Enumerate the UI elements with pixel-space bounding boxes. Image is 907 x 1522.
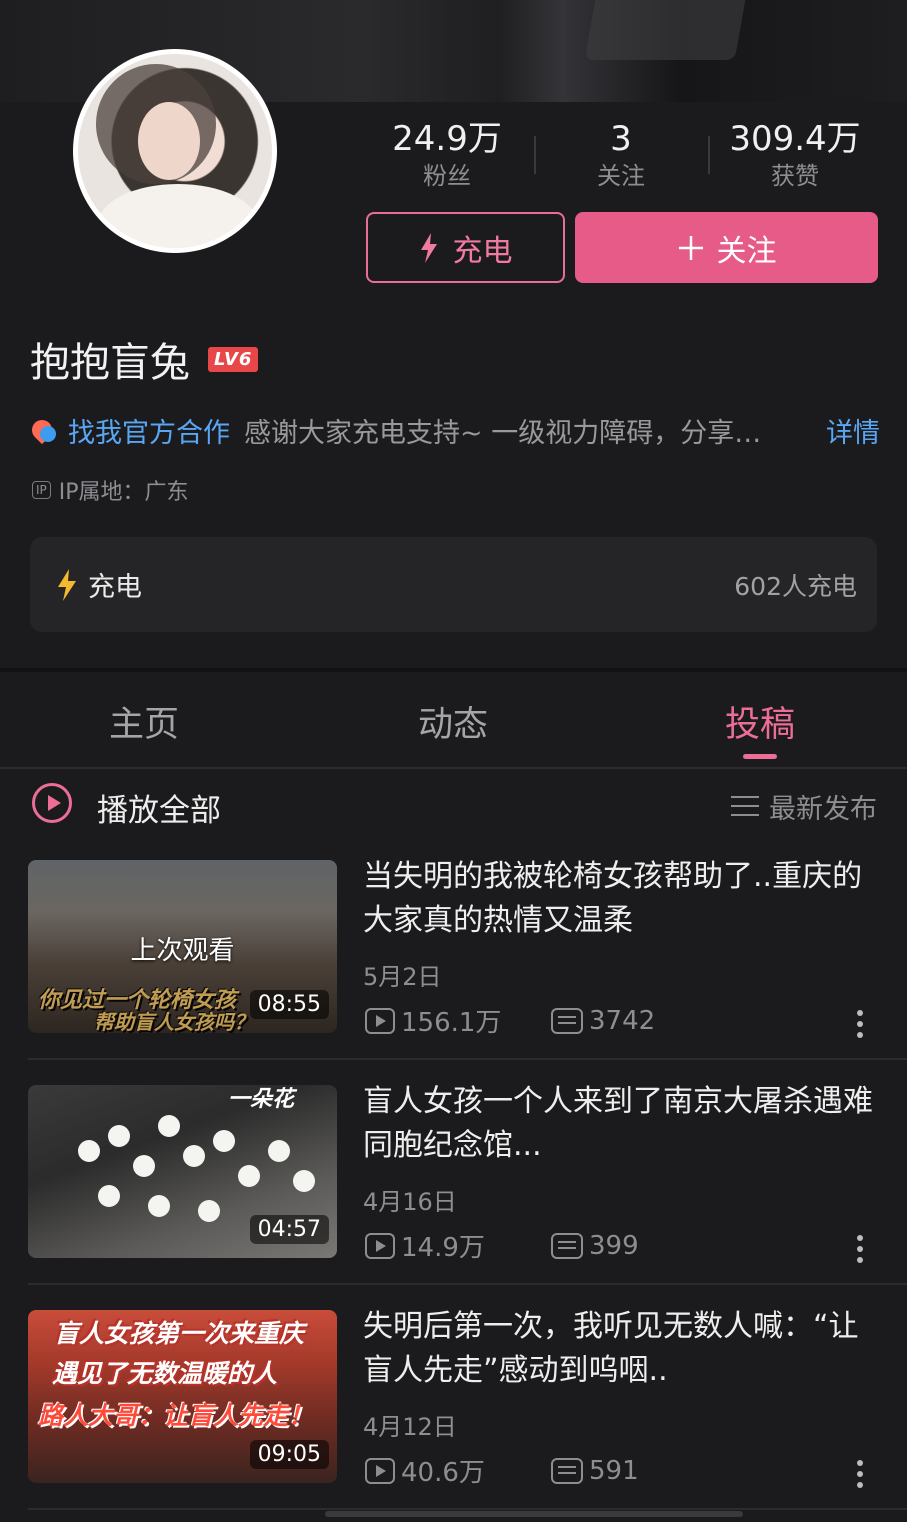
video-thumbnail[interactable]: 上次观看 你见过一个轮椅女孩 帮助盲人女孩吗？ 08:55 xyxy=(28,860,337,1033)
video-meta: 14.9万 399 xyxy=(365,1227,639,1264)
cooperation-icon xyxy=(30,416,58,444)
tabs-divider xyxy=(0,767,907,769)
bio-text: 感谢大家充电支持~ 一级视力障碍，分享… xyxy=(244,417,762,449)
stat-fans[interactable]: 24.9万 粉丝 xyxy=(360,118,534,192)
plus-icon xyxy=(678,235,703,260)
sort-label: 最新发布 xyxy=(769,794,877,825)
follow-button[interactable]: 关注 xyxy=(575,212,878,283)
stat-value: 3 xyxy=(610,119,632,159)
video-duration: 08:55 xyxy=(249,990,329,1019)
sort-menu-icon xyxy=(731,795,759,818)
thumbnail-caption: 路人大哥：让盲人先走！ xyxy=(38,1401,314,1430)
avatar-image xyxy=(78,54,272,248)
profile-stats: 24.9万 粉丝 3 关注 309.4万 获赞 xyxy=(360,118,880,198)
charge-card-label: 充电 xyxy=(88,572,142,603)
danmaku-icon xyxy=(551,1232,583,1259)
danmaku-count: 399 xyxy=(589,1230,639,1261)
views-icon xyxy=(365,1007,395,1034)
video-date: 4月12日 xyxy=(363,1413,457,1441)
username: 抱抱盲兔 xyxy=(30,340,190,386)
video-meta: 156.1万 3742 xyxy=(365,1002,655,1039)
danmaku-count: 3742 xyxy=(589,1005,656,1036)
cooperation-link[interactable]: 找我官方合作 xyxy=(68,411,230,450)
video-title[interactable]: 失明后第一次，我听见无数人喊：“让盲人先走”感动到呜咽.. xyxy=(363,1305,883,1393)
last-watched-label: 上次观看 xyxy=(130,936,235,966)
video-item[interactable]: 上次观看 你见过一个轮椅女孩 帮助盲人女孩吗？ 08:55 当失明的我被轮椅女孩… xyxy=(28,859,907,1070)
detail-link[interactable]: 详情 xyxy=(826,411,880,450)
tab-uploads[interactable]: 投稿 xyxy=(660,696,860,747)
video-item[interactable]: 一朵花 04:57 盲人女孩一个人来到了南京大屠杀遇难同胞纪念馆... 4月16… xyxy=(28,1084,907,1295)
list-divider xyxy=(28,1058,907,1060)
lightning-icon xyxy=(58,568,76,601)
stat-label: 粉丝 xyxy=(423,162,471,190)
danmaku-icon xyxy=(551,1457,583,1484)
ip-row: IP IP属地：广东 xyxy=(32,474,189,506)
charge-button[interactable]: 充电 xyxy=(366,212,565,283)
level-badge: LV6 xyxy=(208,346,259,372)
active-tab-indicator xyxy=(743,754,777,759)
avatar[interactable] xyxy=(73,49,277,253)
views-icon xyxy=(365,1457,395,1484)
danmaku-icon xyxy=(551,1007,583,1034)
name-row: 抱抱盲兔 LV6 xyxy=(30,330,259,388)
bio-row: 找我官方合作 感谢大家充电支持~ 一级视力障碍，分享… 详情 xyxy=(30,410,880,450)
video-item[interactable]: 盲人女孩第一次来重庆 遇见了无数温暖的人 路人大哥：让盲人先走！ 09:05 失… xyxy=(28,1309,907,1520)
stat-label: 获赞 xyxy=(771,162,819,190)
ip-location: IP属地：广东 xyxy=(58,480,189,505)
stat-label: 关注 xyxy=(597,162,645,190)
danmaku-count: 591 xyxy=(589,1455,639,1486)
thumbnail-caption: 帮助盲人女孩吗？ xyxy=(94,1010,254,1033)
view-count: 14.9万 xyxy=(401,1233,485,1263)
views-icon xyxy=(365,1232,395,1259)
charge-button-label: 充电 xyxy=(452,233,513,269)
home-indicator[interactable] xyxy=(325,1511,743,1517)
play-all-icon[interactable] xyxy=(32,783,72,823)
list-divider xyxy=(28,1283,907,1285)
view-count: 156.1万 xyxy=(401,1008,502,1038)
sort-button[interactable]: 最新发布 xyxy=(731,787,877,826)
profile-tabs: 主页 动态 投稿 xyxy=(0,672,907,768)
play-all-button[interactable]: 播放全部 xyxy=(97,785,221,830)
charge-count: 602人充电 xyxy=(734,571,857,601)
list-header: 播放全部 最新发布 xyxy=(0,775,907,835)
video-date: 4月16日 xyxy=(363,1188,457,1216)
video-thumbnail[interactable]: 盲人女孩第一次来重庆 遇见了无数温暖的人 路人大哥：让盲人先走！ 09:05 xyxy=(28,1310,337,1483)
view-count: 40.6万 xyxy=(401,1458,485,1488)
video-duration: 09:05 xyxy=(249,1440,329,1469)
stat-following[interactable]: 3 关注 xyxy=(534,118,708,192)
video-meta: 40.6万 591 xyxy=(365,1452,639,1489)
video-date: 5月2日 xyxy=(363,963,442,991)
video-thumbnail[interactable]: 一朵花 04:57 xyxy=(28,1085,337,1258)
follow-button-label: 关注 xyxy=(716,233,777,269)
stat-value: 309.4万 xyxy=(729,119,861,159)
ip-icon: IP xyxy=(32,481,51,499)
tab-home[interactable]: 主页 xyxy=(44,696,244,747)
thumbnail-caption: 一朵花 xyxy=(228,1087,295,1112)
stat-likes[interactable]: 309.4万 获赞 xyxy=(708,118,882,192)
stat-value: 24.9万 xyxy=(392,119,502,159)
more-options-icon[interactable] xyxy=(857,1010,863,1038)
thumbnail-caption: 遇见了无数温暖的人 xyxy=(52,1359,278,1388)
more-options-icon[interactable] xyxy=(857,1460,863,1488)
tab-dynamics[interactable]: 动态 xyxy=(353,696,553,747)
charge-card[interactable]: 充电 602人充电 xyxy=(30,537,877,632)
video-title[interactable]: 当失明的我被轮椅女孩帮助了..重庆的大家真的热情又温柔 xyxy=(363,855,883,943)
lightning-icon xyxy=(420,232,437,263)
more-options-icon[interactable] xyxy=(857,1235,863,1263)
list-divider xyxy=(28,1508,907,1510)
video-duration: 04:57 xyxy=(249,1215,329,1244)
banner-decoration xyxy=(584,0,746,60)
thumbnail-caption: 盲人女孩第一次来重庆 xyxy=(54,1319,305,1348)
video-title[interactable]: 盲人女孩一个人来到了南京大屠杀遇难同胞纪念馆... xyxy=(363,1080,883,1168)
